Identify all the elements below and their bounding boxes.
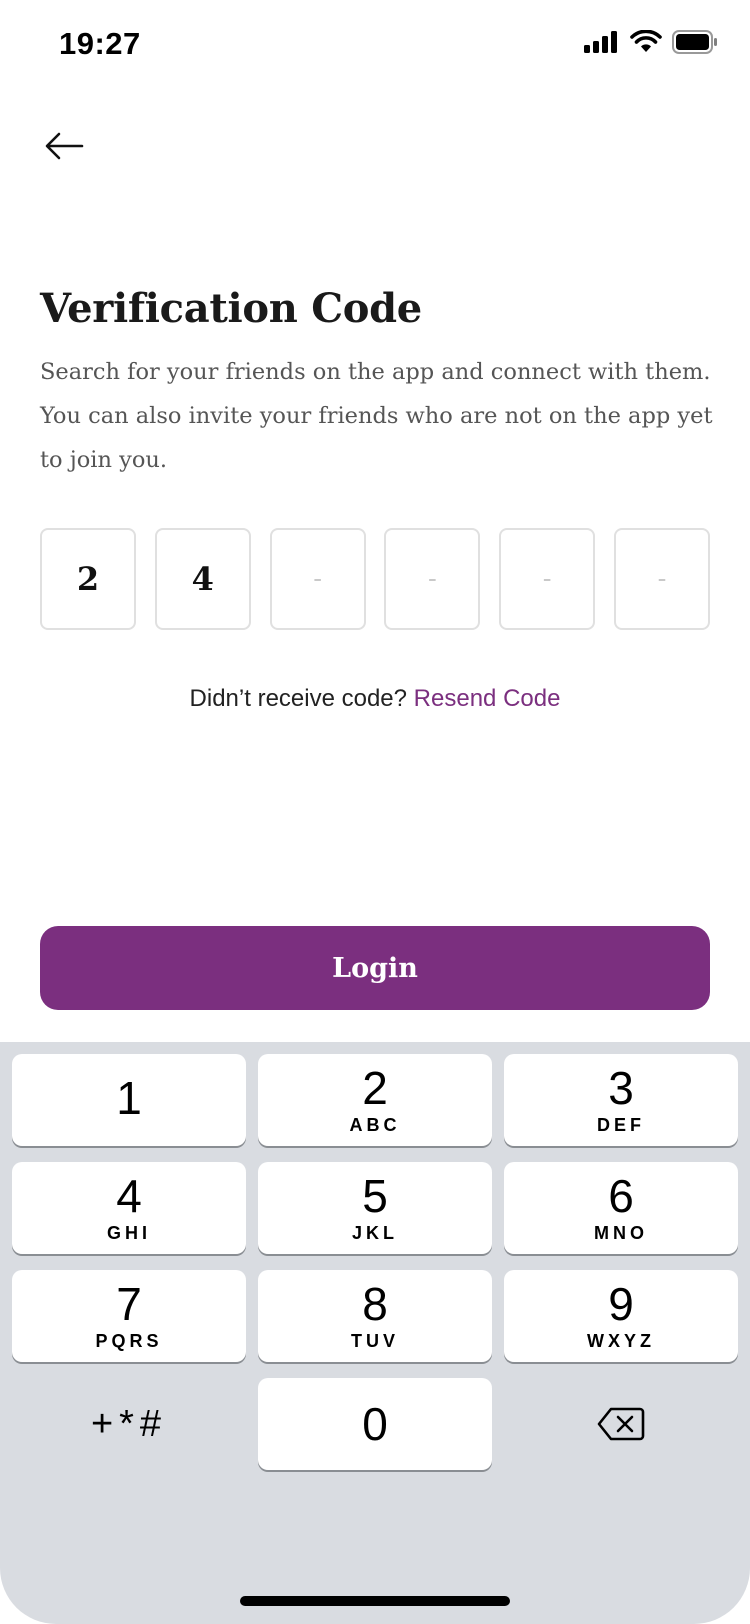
code-digit-4[interactable]: - bbox=[384, 528, 481, 630]
key-number: 0 bbox=[362, 1398, 388, 1450]
page-subtitle: Search for your friends on the app and c… bbox=[40, 359, 713, 473]
key-letters: ABC bbox=[349, 1115, 401, 1135]
back-button[interactable] bbox=[40, 122, 88, 170]
key-number: 1 bbox=[116, 1072, 142, 1124]
status-icons bbox=[584, 30, 718, 54]
resend-code-link[interactable]: Resend Code bbox=[414, 685, 561, 712]
key-4[interactable]: 4 GHI bbox=[12, 1162, 246, 1254]
code-digit-6[interactable]: - bbox=[613, 528, 710, 630]
key-0[interactable]: 0 bbox=[258, 1378, 492, 1470]
login-button[interactable]: Login bbox=[40, 926, 710, 1010]
key-number: 2 bbox=[362, 1062, 388, 1114]
code-digit-1[interactable]: 2 bbox=[40, 528, 136, 630]
key-letters: MNO bbox=[594, 1223, 648, 1243]
key-number: 9 bbox=[608, 1278, 634, 1330]
key-5[interactable]: 5 JKL bbox=[258, 1162, 492, 1254]
key-3[interactable]: 3 DEF bbox=[504, 1054, 738, 1146]
key-number: 5 bbox=[362, 1170, 388, 1222]
key-2[interactable]: 2 ABC bbox=[258, 1054, 492, 1146]
backspace-icon bbox=[597, 1407, 645, 1441]
numeric-keyboard: 1 2 ABC 3 DEF 4 GHI 5 JKL 6 MNO 7 PQRS 8 bbox=[0, 1042, 750, 1624]
status-time: 19:27 bbox=[59, 26, 141, 61]
arrow-left-icon bbox=[45, 132, 84, 160]
key-number: 7 bbox=[116, 1278, 142, 1330]
key-6[interactable]: 6 MNO bbox=[504, 1162, 738, 1254]
key-letters: TUV bbox=[351, 1331, 399, 1351]
symbols-label: +*# bbox=[90, 1402, 168, 1445]
code-input-row: 2 4 - - - - bbox=[40, 528, 710, 630]
key-number: 3 bbox=[608, 1062, 634, 1114]
delete-key[interactable] bbox=[504, 1378, 738, 1470]
key-number: 6 bbox=[608, 1170, 634, 1222]
key-number: 8 bbox=[362, 1278, 388, 1330]
page-title: Verification Code bbox=[40, 285, 422, 332]
key-letters: GHI bbox=[106, 1223, 151, 1243]
key-1[interactable]: 1 bbox=[12, 1054, 246, 1146]
resend-row: Didn’t receive code? Resend Code bbox=[0, 685, 750, 713]
key-symbols[interactable]: +*# bbox=[12, 1378, 246, 1470]
key-8[interactable]: 8 TUV bbox=[258, 1270, 492, 1362]
home-indicator[interactable] bbox=[240, 1596, 510, 1606]
cellular-signal-icon bbox=[584, 31, 617, 53]
key-letters: JKL bbox=[351, 1223, 398, 1243]
key-letters: PQRS bbox=[95, 1331, 163, 1351]
wifi-icon bbox=[630, 30, 662, 52]
verification-screen: 19:27 Verification Code Search for your … bbox=[0, 0, 750, 1624]
resend-prompt: Didn’t receive code? bbox=[189, 685, 407, 712]
code-digit-5[interactable]: - bbox=[499, 528, 596, 630]
key-number: 4 bbox=[116, 1170, 142, 1222]
battery-icon bbox=[672, 30, 717, 54]
key-letters: DEF bbox=[597, 1115, 645, 1135]
code-digit-2[interactable]: 4 bbox=[154, 528, 251, 630]
key-7[interactable]: 7 PQRS bbox=[12, 1270, 246, 1362]
code-digit-3[interactable]: - bbox=[269, 528, 366, 630]
key-letters: WXYZ bbox=[587, 1331, 655, 1351]
key-9[interactable]: 9 WXYZ bbox=[504, 1270, 738, 1362]
